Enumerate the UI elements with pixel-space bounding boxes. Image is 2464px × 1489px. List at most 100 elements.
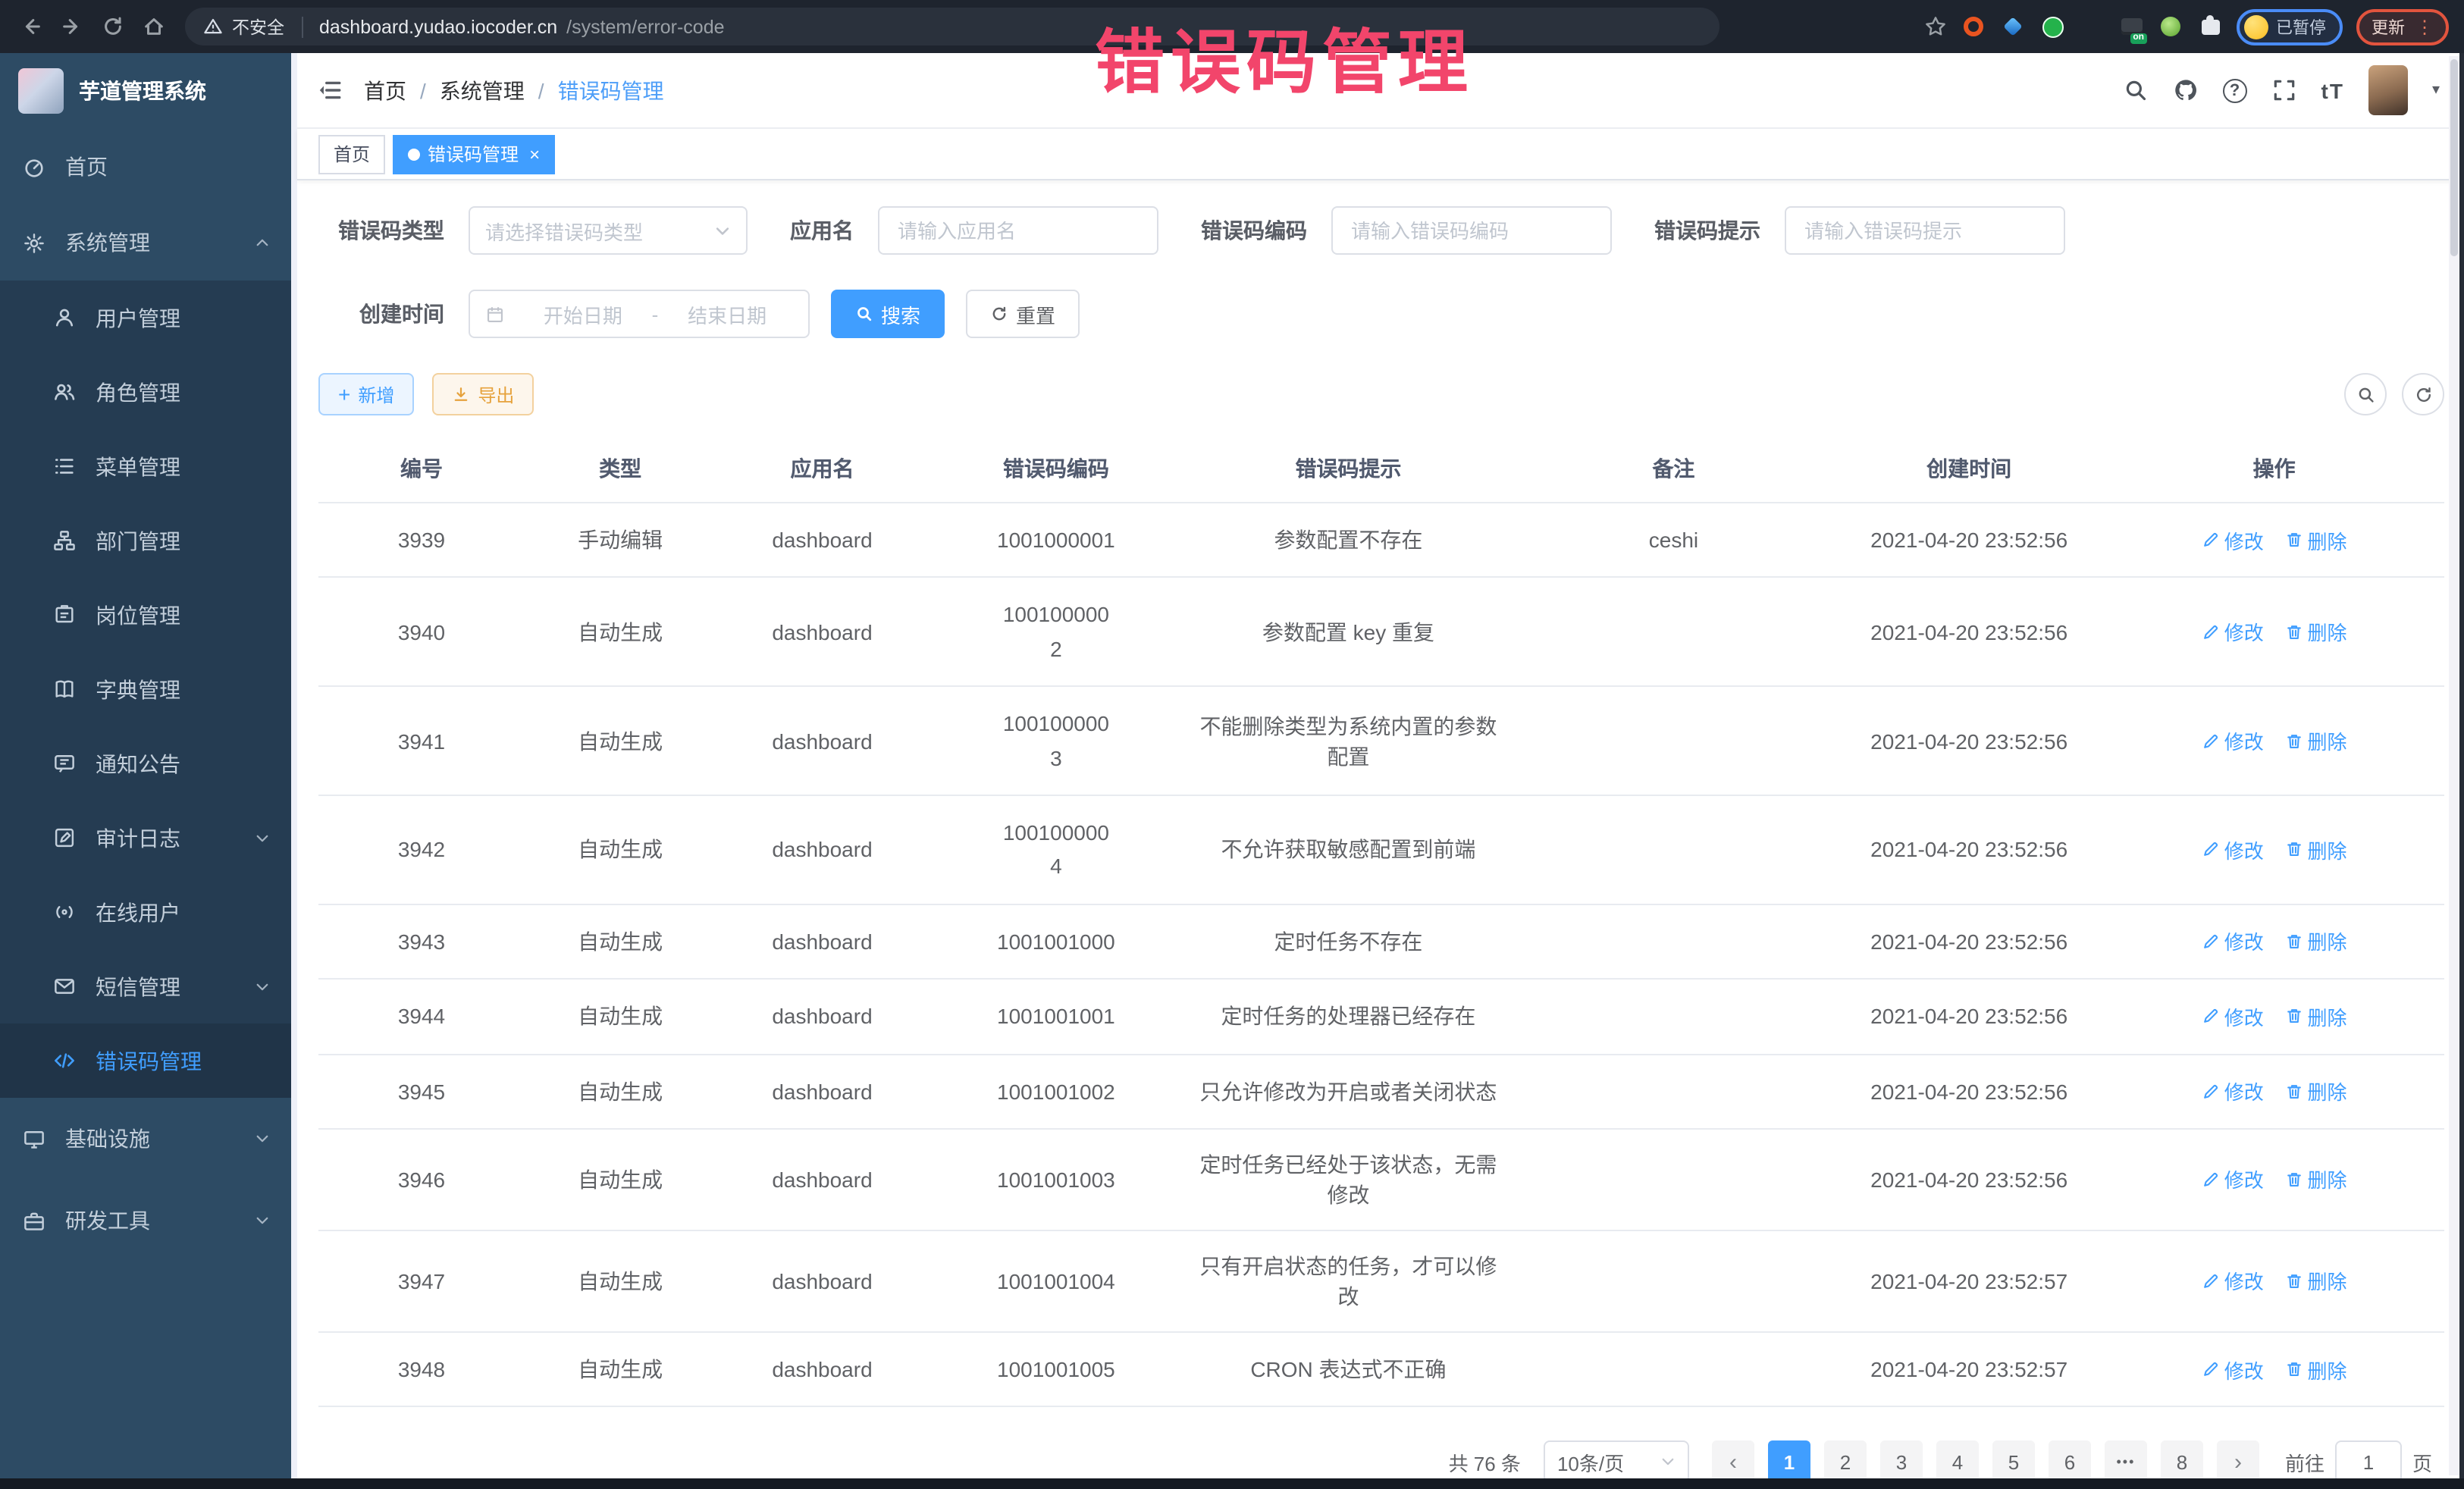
page-button-4[interactable]: 4	[1936, 1441, 1979, 1478]
export-button[interactable]: 导出	[432, 373, 534, 415]
sidebar-item-departments[interactable]: 部门管理	[0, 503, 291, 578]
reset-button[interactable]: 重置	[966, 290, 1080, 338]
delete-link[interactable]: 删除	[2285, 1267, 2347, 1296]
page-button-8[interactable]: 8	[2161, 1441, 2203, 1478]
prev-page-button[interactable]: ‹	[1712, 1441, 1754, 1478]
github-icon[interactable]	[2173, 77, 2199, 103]
sidebar-item-menus[interactable]: 菜单管理	[0, 429, 291, 503]
breadcrumb-system[interactable]: 系统管理	[440, 75, 525, 105]
font-size-icon[interactable]: tT	[2321, 78, 2344, 102]
search-icon[interactable]	[2123, 77, 2149, 103]
table-toolbar: + 新增 导出	[318, 373, 2444, 415]
edit-link[interactable]: 修改	[2202, 726, 2264, 755]
edit-link[interactable]: 修改	[2202, 835, 2264, 864]
tab-home[interactable]: 首页	[318, 134, 385, 174]
back-icon[interactable]	[15, 11, 45, 42]
bookmark-star-icon[interactable]	[1924, 15, 1947, 38]
extension-green-icon[interactable]	[2039, 14, 2065, 39]
error-type-select[interactable]: 请选择错误码类型	[469, 206, 748, 255]
cell-type: 自动生成	[525, 1332, 716, 1407]
delete-link[interactable]: 删除	[2285, 1077, 2347, 1105]
kebab-menu-icon[interactable]: ⋮	[2415, 17, 2434, 36]
page-button-2[interactable]: 2	[1824, 1441, 1867, 1478]
page-button-5[interactable]: 5	[1992, 1441, 2035, 1478]
extension-gem-icon[interactable]	[2000, 14, 2026, 39]
extension-sprout-icon[interactable]	[2158, 14, 2183, 39]
sidebar-item-online-users[interactable]: 在线用户	[0, 875, 291, 949]
sidebar-item-infrastructure[interactable]: 基础设施	[0, 1098, 291, 1180]
home-icon[interactable]	[138, 11, 168, 42]
sidebar-item-notices[interactable]: 通知公告	[0, 726, 291, 801]
edit-link[interactable]: 修改	[2202, 1355, 2264, 1384]
hamburger-icon[interactable]	[309, 77, 350, 103]
tab-error-codes[interactable]: 错误码管理 ×	[393, 134, 555, 174]
sidebar-item-error-codes[interactable]: 错误码管理	[0, 1023, 291, 1098]
search-button[interactable]: 搜索	[831, 290, 945, 338]
audit-log-icon	[52, 826, 76, 850]
logo-image	[18, 68, 64, 114]
window-scrollbar[interactable]	[2449, 56, 2459, 1475]
page-button-3[interactable]: 3	[1880, 1441, 1923, 1478]
toolbar-right	[2344, 373, 2444, 415]
edit-link[interactable]: 修改	[2202, 1077, 2264, 1105]
extensions-puzzle-icon[interactable]	[2197, 14, 2223, 39]
reload-icon[interactable]	[97, 11, 127, 42]
next-page-button[interactable]: ›	[2217, 1441, 2259, 1478]
page-button-6[interactable]: 6	[2049, 1441, 2091, 1478]
sidebar-item-sms[interactable]: 短信管理	[0, 949, 291, 1023]
app-logo-row[interactable]: 芋道管理系统	[0, 53, 291, 129]
delete-link[interactable]: 删除	[2285, 1165, 2347, 1194]
error-code-input[interactable]	[1331, 206, 1612, 255]
delete-link[interactable]: 删除	[2285, 835, 2347, 864]
browser-update-button[interactable]: 更新 ⋮	[2356, 8, 2449, 45]
page-size-select[interactable]: 10条/页	[1544, 1441, 1689, 1478]
delete-link[interactable]: 删除	[2285, 927, 2347, 956]
extension-grid-icon[interactable]	[2079, 14, 2105, 39]
page-button-1[interactable]: 1	[1768, 1441, 1810, 1478]
edit-link[interactable]: 修改	[2202, 618, 2264, 647]
filter-error-type: 错误码类型 请选择错误码类型	[318, 206, 748, 255]
close-icon[interactable]: ×	[529, 143, 540, 165]
edit-link[interactable]: 修改	[2202, 927, 2264, 956]
page-more-button[interactable]: •••	[2105, 1441, 2147, 1478]
cell-hint: 只有开启状态的任务，才可以修改	[1183, 1230, 1513, 1332]
sidebar-item-posts[interactable]: 岗位管理	[0, 578, 291, 652]
breadcrumb: 首页 / 系统管理 / 错误码管理	[364, 75, 664, 105]
delete-link[interactable]: 删除	[2285, 1002, 2347, 1031]
breadcrumb-home[interactable]: 首页	[364, 75, 406, 105]
sidebar-item-system[interactable]: 系统管理	[0, 205, 291, 281]
edit-link[interactable]: 修改	[2202, 525, 2264, 554]
show-search-button[interactable]	[2344, 373, 2387, 415]
delete-link[interactable]: 删除	[2285, 525, 2347, 554]
edit-link[interactable]: 修改	[2202, 1267, 2264, 1296]
sidebar-item-users[interactable]: 用户管理	[0, 281, 291, 355]
fullscreen-icon[interactable]	[2271, 77, 2297, 103]
date-range-picker[interactable]: 开始日期 - 结束日期	[469, 290, 810, 338]
edit-link[interactable]: 修改	[2202, 1165, 2264, 1194]
address-bar[interactable]: 不安全 dashboard.yudao.iocoder.cn /system/e…	[185, 8, 1719, 45]
error-hint-input[interactable]	[1785, 206, 2065, 255]
edit-link[interactable]: 修改	[2202, 1002, 2264, 1031]
help-icon[interactable]: ?	[2223, 78, 2247, 102]
caret-down-icon[interactable]: ▾	[2432, 82, 2440, 99]
sidebar-item-audit-log[interactable]: 审计日志	[0, 801, 291, 875]
browser-profile-badge[interactable]: 已暂停	[2237, 8, 2343, 45]
sidebar-item-roles[interactable]: 角色管理	[0, 355, 291, 429]
sidebar-item-dicts[interactable]: 字典管理	[0, 652, 291, 726]
extension-dark-icon[interactable]: on	[2118, 14, 2144, 39]
sidebar-item-dev-tools[interactable]: 研发工具	[0, 1180, 291, 1262]
delete-link[interactable]: 删除	[2285, 726, 2347, 755]
cell-time: 2021-04-20 23:52:56	[1834, 904, 2104, 979]
refresh-button[interactable]	[2402, 373, 2444, 415]
goto-page-input[interactable]	[2335, 1441, 2402, 1478]
forward-icon[interactable]	[56, 11, 86, 42]
delete-link[interactable]: 删除	[2285, 1355, 2347, 1384]
cell-app: dashboard	[716, 795, 928, 904]
extension-ubuntu-icon[interactable]	[1961, 14, 1986, 39]
app-name-input[interactable]	[878, 206, 1158, 255]
delete-link[interactable]: 删除	[2285, 618, 2347, 647]
sidebar-item-home[interactable]: 首页	[0, 129, 291, 205]
add-button[interactable]: + 新增	[318, 373, 414, 415]
cell-time: 2021-04-20 23:52:56	[1834, 1054, 2104, 1129]
user-avatar[interactable]	[2368, 65, 2408, 115]
